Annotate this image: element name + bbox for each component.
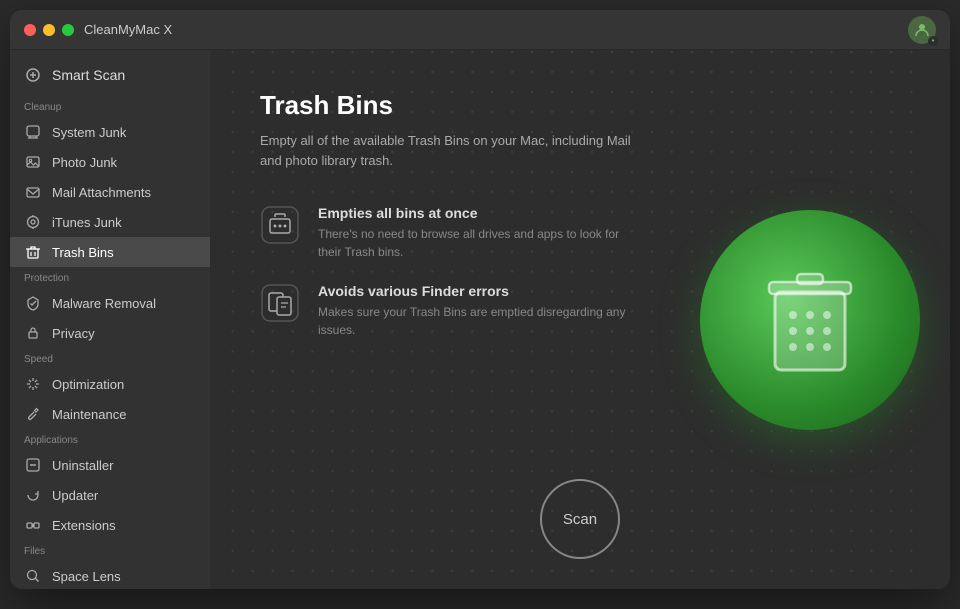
scan-button-area: Scan [540, 479, 620, 559]
itunes-icon [24, 213, 42, 231]
extensions-icon [24, 516, 42, 534]
titlebar-right [908, 16, 936, 44]
privacy-label: Privacy [52, 326, 95, 341]
section-applications-label: Applications [10, 429, 210, 450]
minimize-button[interactable] [43, 24, 55, 36]
smart-scan-icon [24, 66, 42, 84]
sidebar: Smart Scan Cleanup System Junk Photo Jun… [10, 50, 210, 589]
titlebar: CleanMyMac X [10, 10, 950, 50]
sidebar-item-malware-removal[interactable]: Malware Removal [10, 288, 210, 318]
sidebar-item-uninstaller[interactable]: Uninstaller [10, 450, 210, 480]
space-lens-icon [24, 567, 42, 585]
malware-icon [24, 294, 42, 312]
sidebar-item-photo-junk[interactable]: Photo Junk [10, 147, 210, 177]
trash-illustration [700, 210, 920, 430]
traffic-lights [24, 24, 74, 36]
section-cleanup-label: Cleanup [10, 96, 210, 117]
privacy-icon [24, 324, 42, 342]
feature-2-desc: Makes sure your Trash Bins are emptied d… [318, 303, 628, 339]
itunes-junk-label: iTunes Junk [52, 215, 122, 230]
malware-removal-label: Malware Removal [52, 296, 156, 311]
section-protection-label: Protection [10, 267, 210, 288]
mail-icon [24, 183, 42, 201]
photo-junk-label: Photo Junk [52, 155, 117, 170]
trash-bins-icon [24, 243, 42, 261]
app-window: CleanMyMac X Smart Scan [10, 10, 950, 589]
system-junk-icon [24, 123, 42, 141]
sidebar-item-trash-bins[interactable]: Trash Bins [10, 237, 210, 267]
mail-attachments-label: Mail Attachments [52, 185, 151, 200]
feature-1-title: Empties all bins at once [318, 205, 628, 221]
feature-2-text: Avoids various Finder errors Makes sure … [318, 283, 628, 339]
uninstaller-label: Uninstaller [52, 458, 113, 473]
sidebar-item-smart-scan[interactable]: Smart Scan [10, 58, 210, 96]
profile-button[interactable] [908, 16, 936, 44]
system-junk-label: System Junk [52, 125, 126, 140]
sidebar-item-optimization[interactable]: Optimization [10, 369, 210, 399]
maintenance-icon [24, 405, 42, 423]
space-lens-label: Space Lens [52, 569, 121, 584]
green-circle-bg [700, 210, 920, 430]
content-area: Trash Bins Empty all of the available Tr… [210, 50, 950, 589]
sidebar-item-space-lens[interactable]: Space Lens [10, 561, 210, 589]
trash-icon-large [755, 260, 865, 380]
smart-scan-label: Smart Scan [52, 67, 125, 83]
maintenance-label: Maintenance [52, 407, 126, 422]
section-files-label: Files [10, 540, 210, 561]
extensions-label: Extensions [52, 518, 116, 533]
app-title: CleanMyMac X [84, 22, 172, 37]
feature-2-title: Avoids various Finder errors [318, 283, 628, 299]
feature-2-icon [260, 283, 300, 323]
page-description: Empty all of the available Trash Bins on… [260, 131, 640, 170]
optimization-icon [24, 375, 42, 393]
uninstaller-icon [24, 456, 42, 474]
sidebar-item-extensions[interactable]: Extensions [10, 510, 210, 540]
feature-1-icon [260, 205, 300, 245]
sidebar-item-mail-attachments[interactable]: Mail Attachments [10, 177, 210, 207]
optimization-label: Optimization [52, 377, 124, 392]
updater-icon [24, 486, 42, 504]
feature-1-desc: There's no need to browse all drives and… [318, 225, 628, 261]
sidebar-item-itunes-junk[interactable]: iTunes Junk [10, 207, 210, 237]
close-button[interactable] [24, 24, 36, 36]
profile-icon [914, 22, 930, 38]
section-speed-label: Speed [10, 348, 210, 369]
sidebar-item-privacy[interactable]: Privacy [10, 318, 210, 348]
maximize-button[interactable] [62, 24, 74, 36]
sidebar-item-system-junk[interactable]: System Junk [10, 117, 210, 147]
sidebar-item-maintenance[interactable]: Maintenance [10, 399, 210, 429]
trash-bins-label: Trash Bins [52, 245, 114, 260]
photo-junk-icon [24, 153, 42, 171]
page-title: Trash Bins [260, 90, 900, 121]
sidebar-item-updater[interactable]: Updater [10, 480, 210, 510]
feature-1-text: Empties all bins at once There's no need… [318, 205, 628, 261]
updater-label: Updater [52, 488, 98, 503]
main-layout: Smart Scan Cleanup System Junk Photo Jun… [10, 50, 950, 589]
scan-button[interactable]: Scan [540, 479, 620, 559]
